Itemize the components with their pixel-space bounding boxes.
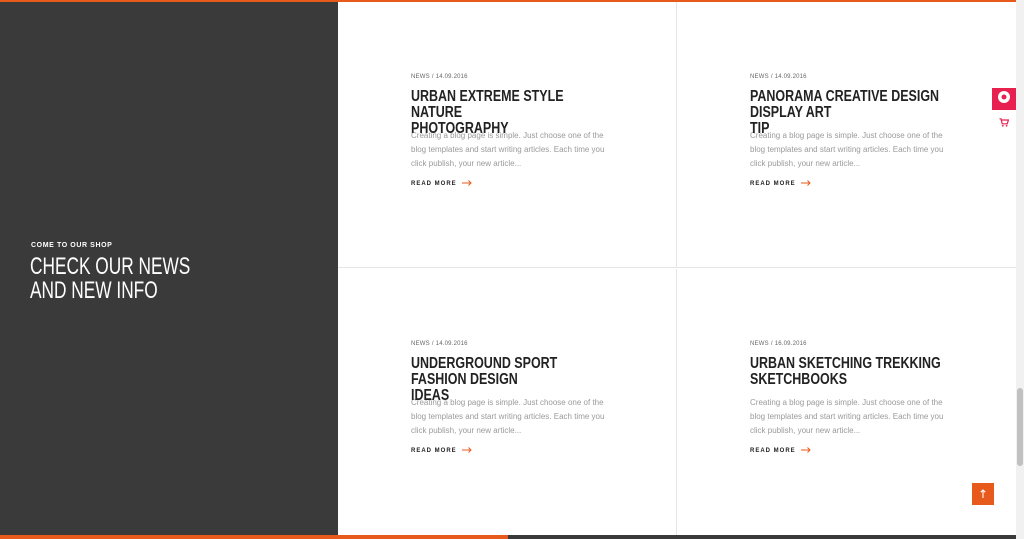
read-more-link[interactable]: READ MORE: [411, 180, 472, 187]
side-toolbar: [992, 88, 1016, 136]
post-category[interactable]: NEWS: [750, 341, 769, 347]
arrow-right-icon: [800, 447, 811, 454]
intro-headline-line1: CHECK OUR NEWS: [30, 253, 191, 280]
post-category[interactable]: NEWS: [411, 341, 430, 347]
post-meta: NEWS/14.09.2016: [411, 74, 468, 80]
post-excerpt: Creating a blog page is simple. Just cho…: [750, 131, 944, 168]
post-meta: NEWS/14.09.2016: [750, 74, 807, 80]
support-button[interactable]: [992, 88, 1016, 110]
post-date: 16.09.2016: [774, 341, 807, 347]
read-more-link[interactable]: READ MORE: [411, 447, 472, 454]
post-card: NEWS/16.09.2016 URBAN SKETCHING TREKKING…: [677, 269, 1016, 535]
read-more-label: READ MORE: [411, 180, 457, 187]
post-title[interactable]: URBAN SKETCHING TREKKING SKETCHBOOKS: [750, 356, 950, 390]
read-more-label: READ MORE: [750, 447, 796, 454]
arrow-right-icon: [461, 447, 472, 454]
post-meta: NEWS/14.09.2016: [411, 341, 468, 347]
intro-panel: COME TO OUR SHOP CHECK OUR NEWS AND NEW …: [0, 2, 338, 535]
read-more-label: READ MORE: [750, 180, 796, 187]
lifebuoy-icon: [997, 90, 1011, 109]
cart-icon: [999, 114, 1010, 132]
read-more-label: READ MORE: [411, 447, 457, 454]
intro-headline-line2: AND NEW INFO: [30, 277, 158, 304]
arrow-right-icon: [800, 180, 811, 187]
post-card: NEWS/14.09.2016 UNDERGROUND SPORT FASHIO…: [338, 269, 677, 535]
read-more-link[interactable]: READ MORE: [750, 180, 811, 187]
post-date: 14.09.2016: [435, 341, 468, 347]
post-card: NEWS/14.09.2016 PANORAMA CREATIVE DESIGN…: [677, 2, 1016, 268]
post-category[interactable]: NEWS: [411, 74, 430, 80]
post-date: 14.09.2016: [435, 74, 468, 80]
news-grid: NEWS/14.09.2016 URBAN EXTREME STYLE NATU…: [338, 2, 1016, 535]
intro-headline: CHECK OUR NEWS AND NEW INFO: [30, 255, 190, 304]
intro-eyebrow: COME TO OUR SHOP: [31, 242, 113, 249]
scrollbar-thumb[interactable]: [1017, 388, 1023, 466]
page-scrollbar[interactable]: [1016, 0, 1024, 539]
post-excerpt: Creating a blog page is simple. Just cho…: [750, 398, 944, 435]
post-title[interactable]: URBAN EXTREME STYLE NATURE PHOTOGRAPHY: [411, 89, 611, 137]
post-meta: NEWS/16.09.2016: [750, 341, 807, 347]
post-date: 14.09.2016: [774, 74, 807, 80]
post-title[interactable]: PANORAMA CREATIVE DESIGN DISPLAY ART TIP: [750, 89, 950, 137]
scroll-progress-fill: [0, 535, 508, 539]
post-title[interactable]: UNDERGROUND SPORT FASHION DESIGN IDEAS: [411, 356, 611, 404]
page: COME TO OUR SHOP CHECK OUR NEWS AND NEW …: [0, 0, 1024, 539]
post-category[interactable]: NEWS: [750, 74, 769, 80]
post-card: NEWS/14.09.2016 URBAN EXTREME STYLE NATU…: [338, 2, 677, 268]
scroll-progress-bar: [0, 535, 1016, 539]
read-more-link[interactable]: READ MORE: [750, 447, 811, 454]
arrow-right-icon: [461, 180, 472, 187]
back-to-top-button[interactable]: [972, 483, 994, 505]
arrow-up-icon: [980, 485, 986, 503]
cart-button[interactable]: [992, 110, 1016, 136]
